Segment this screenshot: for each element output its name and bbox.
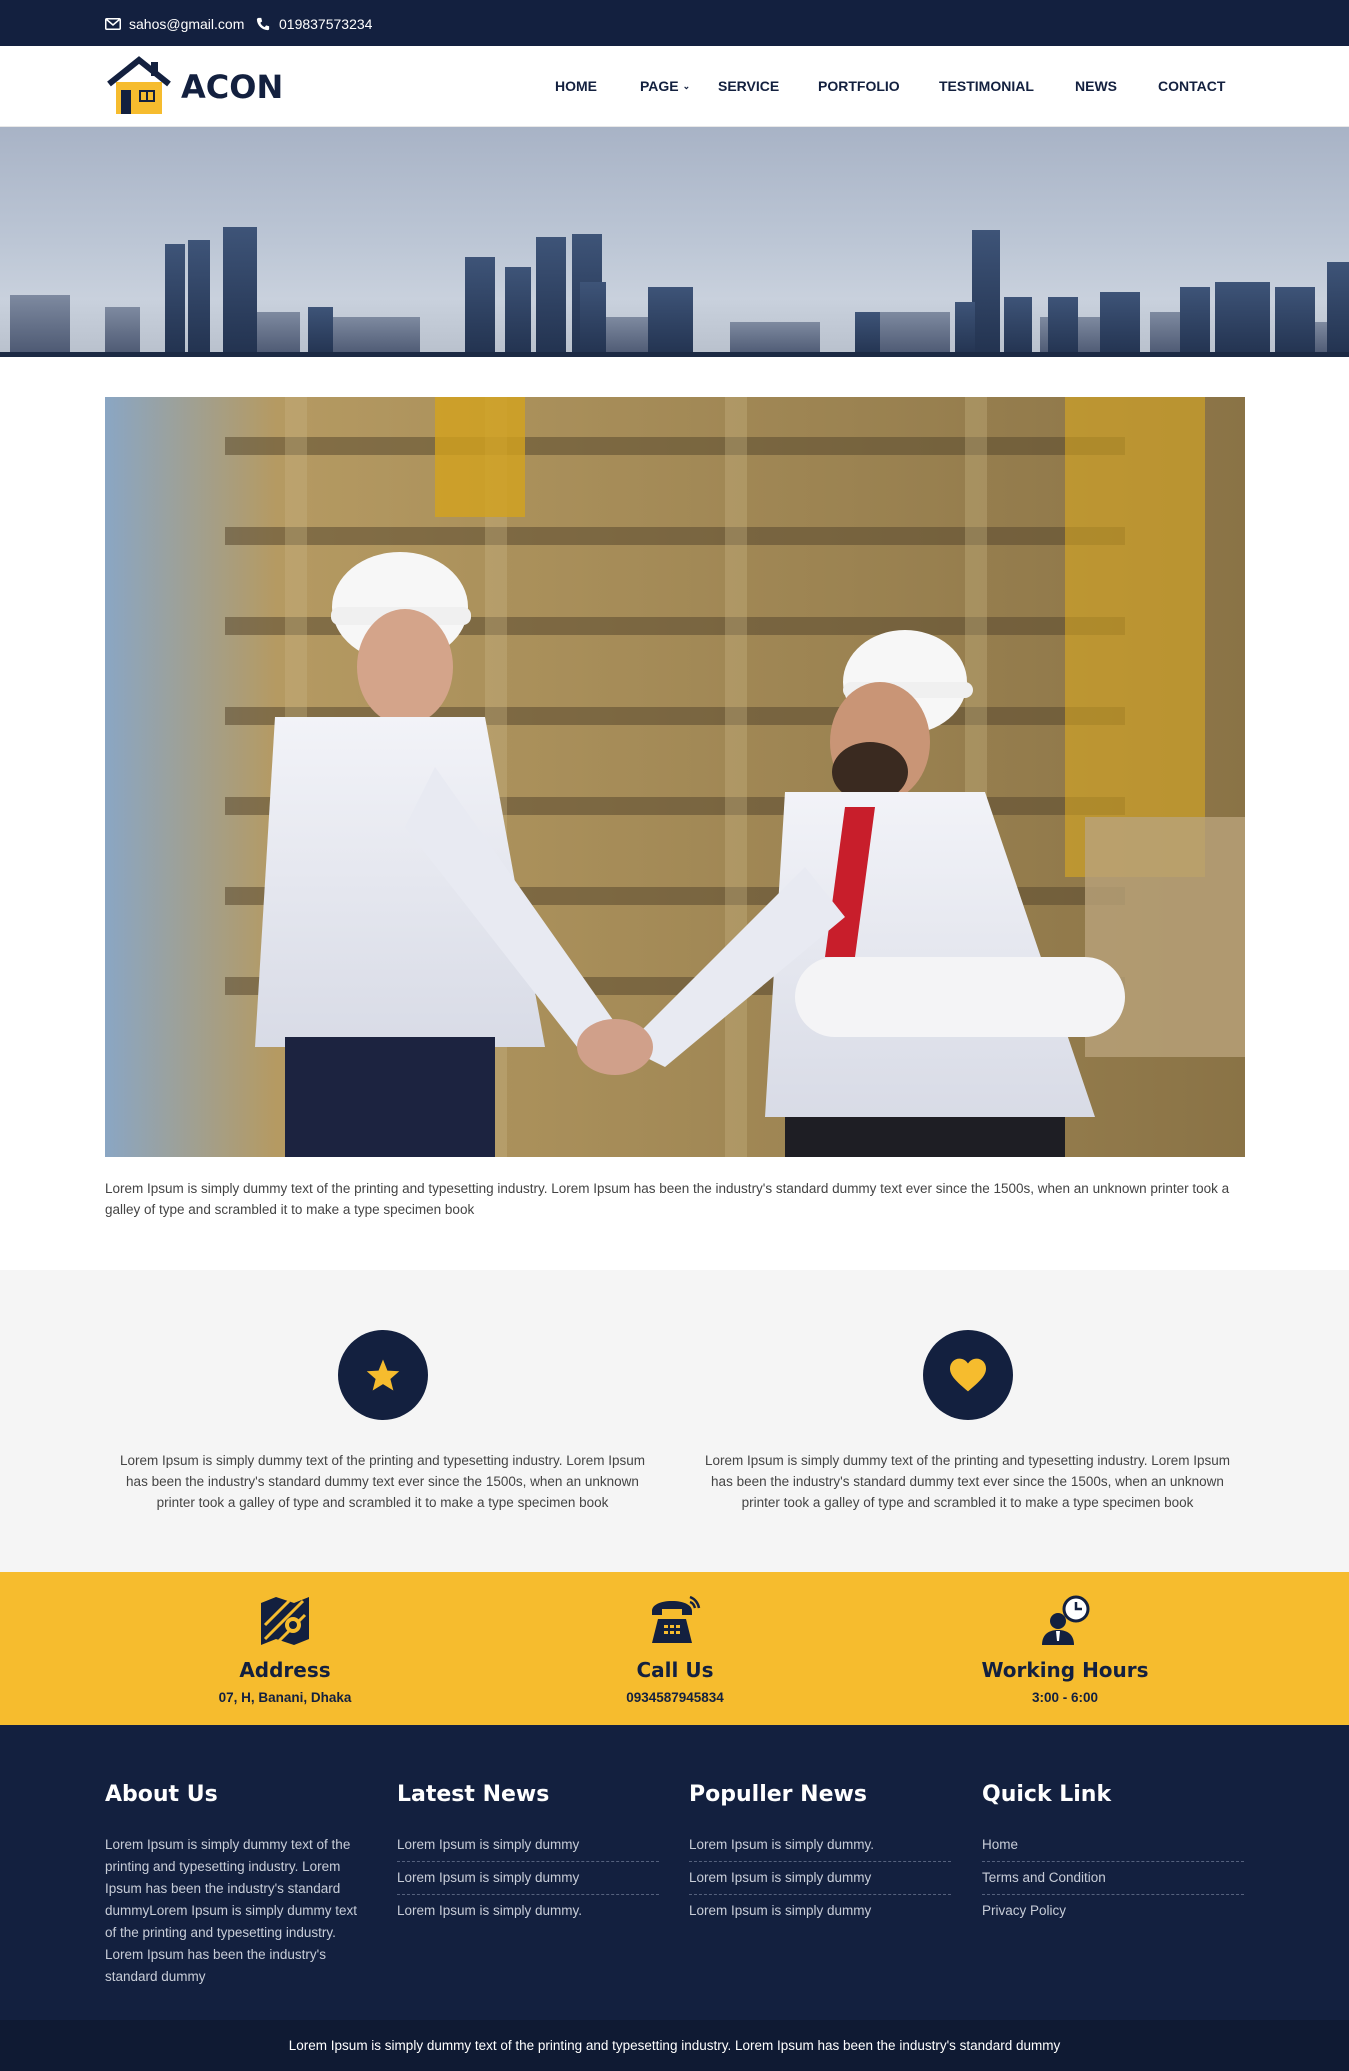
top-bar: sahos@gmail.com 019837573234 [0,0,1349,46]
clock-icon [1042,1595,1090,1645]
contact-value: 07, H, Banani, Dhaka [218,1690,352,1705]
contact-title: Call Us [636,1658,714,1682]
intro-paragraph: Lorem Ipsum is simply dummy text of the … [105,1181,1230,1217]
topbar-phone[interactable]: 019837573234 [255,16,372,32]
contact-value: 0934587945834 [626,1690,724,1705]
feature-card-heart: Lorem Ipsum is simply dummy text of the … [695,1330,1240,1513]
footer-about-text: Lorem Ipsum is simply dummy text of the … [105,1837,358,1984]
main-navbar: ACON HOME PAGE ⌄ SERVICE PORTFOLIO TESTIM… [0,46,1349,127]
topbar-email[interactable]: sahos@gmail.com [105,16,244,32]
footer-link-terms[interactable]: Terms and Condition [982,1862,1244,1895]
footer-heading: Quick Link [982,1782,1112,1807]
footer-link[interactable]: Lorem Ipsum is simply dummy [397,1829,659,1862]
site-footer: About Us Lorem Ipsum is simply dummy tex… [0,1725,1349,2020]
nav-portfolio[interactable]: PORTFOLIO [818,78,900,94]
email-text: sahos@gmail.com [129,16,245,32]
contact-info-band: Address 07, H, Banani, Dhaka Call Us 093… [0,1572,1349,1725]
feature-icon-circle [337,1330,428,1420]
feature-text: Lorem Ipsum is simply dummy text of the … [705,1453,1230,1510]
footer-quick-link: Quick Link Home Terms and Condition Priv… [982,1782,1244,1927]
feature-text: Lorem Ipsum is simply dummy text of the … [120,1453,645,1510]
footer-latest-news: Latest News Lorem Ipsum is simply dummy … [397,1782,659,1927]
footer-heading: Latest News [397,1782,550,1807]
contact-call: Call Us 0934587945834 [525,1592,825,1705]
city-skyline-image [0,227,1349,357]
footer-popular-news: Populler News Lorem Ipsum is simply dumm… [689,1782,951,1927]
envelope-icon [105,18,121,30]
footer-link[interactable]: Lorem Ipsum is simply dummy. [689,1829,951,1862]
nav-contact[interactable]: CONTACT [1158,78,1225,94]
footer-about: About Us Lorem Ipsum is simply dummy tex… [105,1782,367,1988]
map-icon [261,1597,309,1645]
nav-home[interactable]: HOME [555,78,597,94]
construction-site-image [105,397,1245,1157]
nav-testimonial[interactable]: TESTIMONIAL [939,78,1034,94]
contact-title: Address [239,1658,331,1682]
heart-icon [949,1358,986,1392]
phone-icon [256,17,270,31]
contact-value: 3:00 - 6:00 [1031,1690,1099,1705]
engineers-handshake-photo [105,397,1245,1157]
nav-service[interactable]: SERVICE [718,78,779,94]
copyright-bar: Lorem Ipsum is simply dummy text of the … [0,2020,1349,2071]
feature-icon-circle [922,1330,1013,1420]
contact-hours: Working Hours 3:00 - 6:00 [915,1592,1215,1705]
footer-link[interactable]: Lorem Ipsum is simply dummy. [397,1895,659,1927]
telephone-icon [652,1595,701,1643]
footer-heading: About Us [105,1782,218,1807]
footer-link[interactable]: Lorem Ipsum is simply dummy [689,1862,951,1895]
feature-card-star: Lorem Ipsum is simply dummy text of the … [110,1330,655,1513]
nav-news[interactable]: NEWS [1075,78,1117,94]
star-icon [366,1359,399,1391]
footer-link-privacy[interactable]: Privacy Policy [982,1895,1244,1927]
footer-link-home[interactable]: Home [982,1829,1244,1862]
footer-link[interactable]: Lorem Ipsum is simply dummy [689,1895,951,1927]
nav-page[interactable]: PAGE ⌄ [640,78,690,94]
main-menu: HOME PAGE ⌄ SERVICE PORTFOLIO TESTIMONIAL… [0,78,1349,98]
footer-link[interactable]: Lorem Ipsum is simply dummy [397,1862,659,1895]
contact-address: Address 07, H, Banani, Dhaka [135,1592,435,1705]
phone-text: 019837573234 [279,16,373,32]
footer-heading: Populler News [689,1782,867,1807]
contact-title: Working Hours [981,1658,1149,1682]
nav-page-label: PAGE [640,78,679,94]
chevron-down-icon: ⌄ [682,81,691,91]
features-section: Lorem Ipsum is simply dummy text of the … [0,1270,1349,1572]
hero-skyline-banner [0,127,1349,357]
